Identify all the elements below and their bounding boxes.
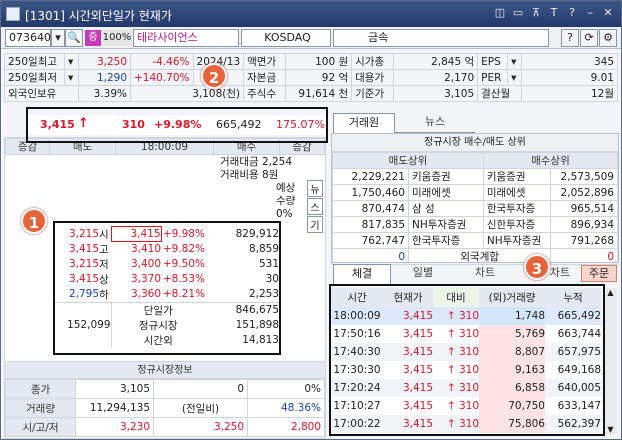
- regular-market-info: 정규시장정보 종가 3,105 0 0% 거래량 11,294,135 (전일비…: [4, 361, 326, 439]
- regular-info-title: 정규시장정보: [5, 362, 325, 379]
- annotation-marker-2: 2: [201, 63, 227, 89]
- trade-amount-info: 거래대금 2,254 거래비용 8원 예상 수량 0%: [220, 156, 296, 220]
- title-bar: [1301] 시간외단일가 현재가 ◫ ▭ ⊼ T ? – ✕: [1, 1, 621, 27]
- trades-scrollbar[interactable]: ▲ ▼: [603, 288, 617, 434]
- settings-icon[interactable]: ⚙: [599, 29, 617, 47]
- sector-field: 금속: [333, 29, 549, 47]
- window-title: [1301] 시간외단일가 현재가: [25, 9, 172, 23]
- tab-chart[interactable]: 차트: [455, 264, 515, 284]
- scroll-down-icon[interactable]: ▼: [604, 425, 617, 434]
- minimize-icon[interactable]: –: [583, 6, 597, 20]
- main-window: [1301] 시간외단일가 현재가 ◫ ▭ ⊼ T ? – ✕ 073640 ▾…: [0, 0, 622, 440]
- order-button[interactable]: 주문: [581, 265, 617, 282]
- margin-badge: 증: [85, 30, 101, 46]
- restore-icon[interactable]: ▭: [511, 6, 525, 20]
- annotation-box-1: [53, 221, 281, 355]
- annotation-marker-1: 1: [21, 208, 47, 234]
- etc-button[interactable]: 기: [307, 216, 323, 233]
- close-icon[interactable]: ✕: [601, 6, 615, 20]
- annotation-box-3: [329, 284, 605, 436]
- app-icon: [6, 7, 20, 21]
- tab-broker[interactable]: 거래원: [333, 113, 395, 133]
- news-button[interactable]: 뉴: [307, 180, 323, 197]
- stock-name-field[interactable]: 테라사이언스: [133, 29, 239, 47]
- help-icon[interactable]: ?: [565, 6, 579, 20]
- stock-toolbar: 073640 ▾ 🔍 증 100% 테라사이언스 KOSDAQ 금속 ? ⟳ ⚙: [1, 27, 621, 49]
- font-size-icon[interactable]: T: [547, 6, 561, 20]
- search-icon[interactable]: 🔍: [65, 29, 83, 47]
- tab-trades[interactable]: 체결: [333, 264, 391, 284]
- annotation-box-2: [26, 107, 328, 143]
- tab-chart-2[interactable]: 차트: [546, 264, 574, 284]
- broker-title: 정규시장 매수/매도 상위: [332, 134, 618, 152]
- news-button-2[interactable]: 스: [307, 198, 323, 215]
- eps-dropdown-icon[interactable]: ▾: [507, 53, 523, 70]
- scroll-up-icon[interactable]: ▲: [604, 288, 617, 297]
- per-dropdown-icon[interactable]: ▾: [507, 69, 523, 86]
- row-dropdown-icon[interactable]: ▾: [64, 69, 79, 86]
- link-window-icon[interactable]: ◫: [493, 6, 507, 20]
- tab-news[interactable]: 뉴스: [395, 113, 475, 133]
- market-field: KOSDAQ: [241, 29, 331, 47]
- stock-code-input[interactable]: 073640: [5, 29, 51, 47]
- broker-panel: 정규시장 매수/매도 상위 매도상위 매수상위 2,229,221 키움증권 키…: [331, 133, 619, 265]
- tab-daily[interactable]: 일별: [393, 264, 453, 284]
- code-dropdown-icon[interactable]: ▾: [51, 29, 65, 47]
- help-button[interactable]: ?: [561, 29, 579, 47]
- refresh-icon[interactable]: ⟳: [580, 29, 598, 47]
- stock-info-table: 250일최고 ▾ 3,250 -4.46% 2024/13 액면가 100 원 …: [4, 53, 618, 102]
- side-buttons: 뉴 스 기: [307, 180, 323, 233]
- pin-icon[interactable]: ⊼: [529, 6, 543, 20]
- margin-ratio: 100%: [102, 30, 132, 46]
- row-dropdown-icon[interactable]: ▾: [64, 53, 79, 70]
- annotation-marker-3: 3: [524, 254, 550, 280]
